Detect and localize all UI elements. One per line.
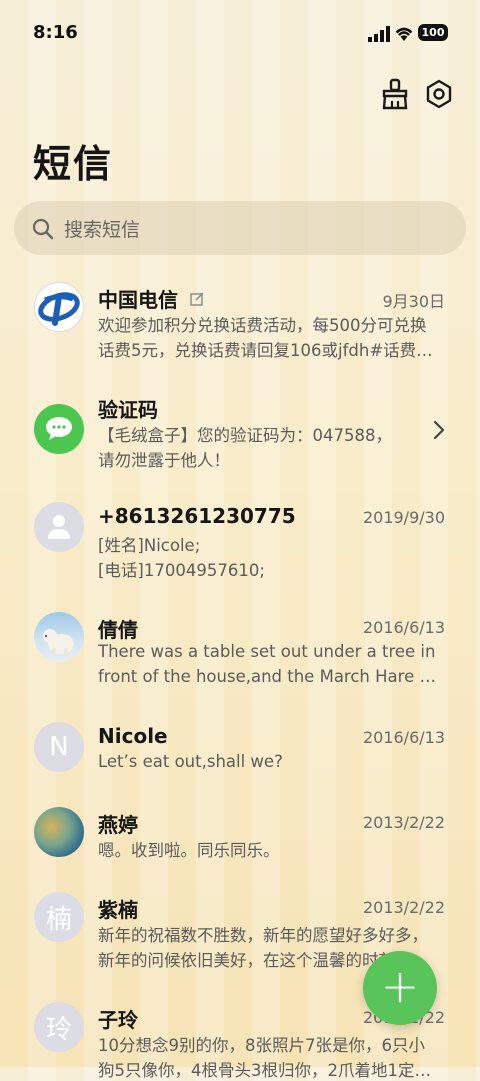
message-preview-line2: 狗5只像你，4根骨头3根归你，2爪着地1定… <box>98 1061 431 1080</box>
message-preview-line2: [电话]17004957610; <box>98 561 265 580</box>
message-preview-line2: 话费5元，兑换话费请回复106或jfdh#话费… <box>98 341 433 360</box>
status-time: 8:16 <box>33 22 78 43</box>
message-preview-line1: 10分想念9别的你，8张照片7张是你，6只小 <box>98 1036 425 1055</box>
message-preview-line2: front of the house,and the March Hare an… <box>98 667 444 686</box>
contact-name: 紫楠 <box>98 898 138 922</box>
contact-name: +8613261230775 <box>98 504 296 528</box>
list-item[interactable]: +8613261230775 2019/9/30 [姓名]Nicole; [电话… <box>0 500 480 600</box>
signal-icon <box>368 26 390 42</box>
message-preview-line1: [姓名]Nicole; <box>98 536 201 555</box>
message-bubble-icon <box>34 404 84 454</box>
list-item[interactable]: 燕婷 2013/2/22 嗯。收到啦。同乐同乐。 <box>0 805 480 885</box>
person-icon <box>34 502 84 552</box>
letter-avatar: N <box>34 722 84 772</box>
list-item[interactable]: N Nicole 2016/6/13 Let’s eat out,shall w… <box>0 720 480 800</box>
message-preview-line1: 嗯。收到啦。同乐同乐。 <box>98 841 280 860</box>
message-date: 2013/2/22 <box>362 813 445 832</box>
list-item[interactable]: 验证码 【毛绒盒子】您的验证码为：047588， 请勿泄露于他人！ <box>0 390 480 490</box>
china-telecom-logo <box>34 282 84 332</box>
search-icon <box>32 218 54 240</box>
message-preview-line2: 请勿泄露于他人！ <box>98 451 230 470</box>
search-bar[interactable]: 搜索短信 <box>14 201 466 255</box>
message-preview-line1: 【毛绒盒子】您的验证码为：047588， <box>98 426 392 445</box>
list-item[interactable]: 中国电信 9月30日 欢迎参加积分兑换话费活动，每500分可兑换 话费5元，兑换… <box>0 280 480 380</box>
status-bar: 8:16 100 <box>0 0 480 66</box>
draft-edit-icon <box>190 292 204 306</box>
message-date: 2016/6/13 <box>362 618 445 637</box>
message-date: 2019/9/30 <box>362 508 445 527</box>
message-preview-line1: 欢迎参加积分兑换话费活动，每500分可兑换 <box>98 316 427 335</box>
contact-name: 验证码 <box>98 398 158 422</box>
message-preview-line1: There was a table set out under a tree i… <box>98 642 436 661</box>
letter-avatar: 楠 <box>34 892 84 942</box>
page-title: 短信 <box>33 142 114 186</box>
gear-icon[interactable] <box>424 78 454 110</box>
message-date: 2016/6/13 <box>362 728 445 747</box>
message-date: 2013/2/22 <box>362 898 445 917</box>
new-message-button[interactable]: + <box>363 951 437 1025</box>
contact-name: 中国电信 <box>98 288 178 312</box>
brush-icon[interactable] <box>380 78 410 110</box>
list-item[interactable]: 倩倩 2016/6/13 There was a table set out u… <box>0 610 480 710</box>
contact-name: Nicole <box>98 724 168 748</box>
wifi-icon <box>395 27 413 41</box>
letter-avatar: 玲 <box>34 1002 84 1052</box>
contact-name: 倩倩 <box>98 618 138 642</box>
battery-icon: 100 <box>418 24 448 41</box>
contact-name: 子玲 <box>98 1008 138 1032</box>
polar-bear-photo <box>34 612 84 662</box>
chevron-right-icon[interactable] <box>432 420 446 440</box>
message-preview-line1: Let’s eat out,shall we? <box>98 752 283 771</box>
landscape-photo <box>34 807 84 857</box>
plus-icon: + <box>380 959 420 1013</box>
message-preview-line1: 新年的祝福数不胜数，新年的愿望好多好多， <box>98 926 428 945</box>
message-date: 9月30日 <box>382 292 445 311</box>
search-placeholder: 搜索短信 <box>64 219 141 241</box>
contact-name: 燕婷 <box>98 813 138 837</box>
